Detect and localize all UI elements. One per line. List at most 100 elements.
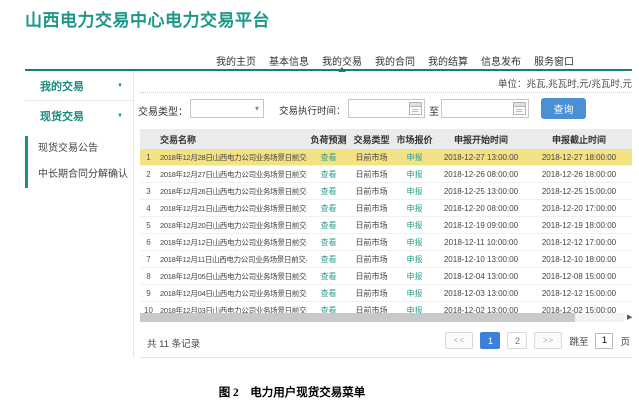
sidebar-item-contract-decomposition[interactable]: 中长期合同分解确认 bbox=[28, 162, 133, 188]
row-index: 1 bbox=[140, 153, 157, 162]
declare-link[interactable]: 申报 bbox=[393, 220, 436, 231]
declare-link[interactable]: 申报 bbox=[393, 237, 436, 248]
table-header-row: 交易名称负荷预测交易类型市场报价申报开始时间申报截止时间 bbox=[140, 129, 632, 149]
table-row[interactable]: 62018年12月12日山西电力公司业务场景日前交易查看日前市场申报2018-1… bbox=[140, 234, 632, 251]
declare-link[interactable]: 申报 bbox=[393, 271, 436, 282]
scrollbar-thumb[interactable] bbox=[140, 313, 575, 322]
table-row[interactable]: 92018年12月04日山西电力公司业务场景日前交易查看日前市场申报2018-1… bbox=[140, 285, 632, 302]
market-type: 日前市场 bbox=[350, 288, 393, 299]
declare-end-time: 2018-12-12 17:00:00 bbox=[526, 238, 632, 247]
view-link[interactable]: 查看 bbox=[307, 220, 350, 231]
table-row[interactable]: 22018年12月27日山西电力公司业务场景日前交易查看日前市场申报2018-1… bbox=[140, 166, 632, 183]
column-header: 交易名称 bbox=[157, 133, 307, 146]
view-link[interactable]: 查看 bbox=[307, 186, 350, 197]
declare-link[interactable]: 申报 bbox=[393, 169, 436, 180]
trade-name: 2018年12月05日山西电力公司业务场景日前交易 bbox=[157, 271, 307, 282]
trade-name: 2018年12月28日山西电力公司业务场景日前交易 bbox=[157, 152, 307, 163]
trade-name: 2018年12月27日山西电力公司业务场景日前交易 bbox=[157, 169, 307, 180]
declare-link[interactable]: 申报 bbox=[393, 152, 436, 163]
sidebar: 我的交易 ▼ 现货交易 ▼ 现货交易公告 中长期合同分解确认 bbox=[25, 71, 134, 358]
calendar-icon bbox=[513, 102, 526, 115]
row-index: 7 bbox=[140, 255, 157, 264]
chevron-down-icon: ▾ bbox=[255, 104, 259, 113]
table-row[interactable]: 82018年12月05日山西电力公司业务场景日前交易查看日前市场申报2018-1… bbox=[140, 268, 632, 285]
declare-start-time: 2018-12-27 13:00:00 bbox=[436, 153, 526, 162]
column-header: 负荷预测 bbox=[307, 133, 350, 146]
table-row[interactable]: 52018年12月20日山西电力公司业务场景日前交易查看日前市场申报2018-1… bbox=[140, 217, 632, 234]
row-index: 3 bbox=[140, 187, 157, 196]
search-button[interactable]: 查询 bbox=[541, 98, 586, 119]
trade-name: 2018年12月21日山西电力公司业务场景日前交易 bbox=[157, 203, 307, 214]
market-type: 日前市场 bbox=[350, 203, 393, 214]
column-header: 市场报价 bbox=[393, 133, 436, 146]
sidebar-group-my-trading[interactable]: 我的交易 ▼ bbox=[25, 71, 133, 100]
sidebar-item-spot-announcement[interactable]: 现货交易公告 bbox=[28, 136, 133, 162]
declare-end-time: 2018-12-12 15:00:00 bbox=[526, 289, 632, 298]
view-link[interactable]: 查看 bbox=[307, 169, 350, 180]
declare-start-time: 2018-12-20 08:00:00 bbox=[436, 204, 526, 213]
chevron-down-icon: ▼ bbox=[117, 113, 123, 119]
declare-start-time: 2018-12-11 10:00:00 bbox=[436, 238, 526, 247]
sidebar-group-spot-trading[interactable]: 现货交易 ▼ bbox=[25, 101, 133, 130]
declare-end-time: 2018-12-20 17:00:00 bbox=[526, 204, 632, 213]
page-button[interactable]: 2 bbox=[507, 332, 527, 349]
exec-time-label: 交易执行时间： bbox=[279, 103, 346, 117]
horizontal-scrollbar[interactable] bbox=[140, 313, 624, 322]
declare-link[interactable]: 申报 bbox=[393, 203, 436, 214]
figure-caption: 图 2 电力用户现货交易菜单 bbox=[0, 384, 584, 400]
column-header: 申报开始时间 bbox=[436, 133, 526, 146]
exec-time-from-input[interactable] bbox=[348, 99, 425, 118]
view-link[interactable]: 查看 bbox=[307, 237, 350, 248]
next-page-button[interactable]: >> bbox=[534, 332, 562, 349]
declare-start-time: 2018-12-10 13:00:00 bbox=[436, 255, 526, 264]
declare-link[interactable]: 申报 bbox=[393, 186, 436, 197]
divider bbox=[140, 92, 632, 93]
trade-name: 2018年12月11日山西电力公司业务场景日前交易 bbox=[157, 254, 307, 265]
exec-time-to-input[interactable] bbox=[441, 99, 529, 118]
view-link[interactable]: 查看 bbox=[307, 203, 350, 214]
trade-type-select[interactable]: ▾ bbox=[190, 99, 264, 118]
prev-page-button[interactable]: << bbox=[445, 332, 473, 349]
row-index: 5 bbox=[140, 221, 157, 230]
table-row[interactable]: 32018年12月26日山西电力公司业务场景日前交易查看日前市场申报2018-1… bbox=[140, 183, 632, 200]
trade-table: 交易名称负荷预测交易类型市场报价申报开始时间申报截止时间 12018年12月28… bbox=[140, 129, 632, 319]
trade-name: 2018年12月26日山西电力公司业务场景日前交易 bbox=[157, 186, 307, 197]
row-index: 4 bbox=[140, 204, 157, 213]
declare-start-time: 2018-12-25 13:00:00 bbox=[436, 187, 526, 196]
table-row[interactable]: 12018年12月28日山西电力公司业务场景日前交易查看日前市场申报2018-1… bbox=[140, 149, 632, 166]
column-header: 交易类型 bbox=[350, 133, 393, 146]
table-row[interactable]: 42018年12月21日山西电力公司业务场景日前交易查看日前市场申报2018-1… bbox=[140, 200, 632, 217]
pagination: << 12 >> 跳至 页 bbox=[445, 332, 630, 349]
declare-link[interactable]: 申报 bbox=[393, 288, 436, 299]
declare-start-time: 2018-12-03 13:00:00 bbox=[436, 289, 526, 298]
calendar-icon bbox=[409, 102, 422, 115]
trade-name: 2018年12月20日山西电力公司业务场景日前交易 bbox=[157, 220, 307, 231]
page-unit-label: 页 bbox=[620, 334, 630, 348]
page-button[interactable]: 1 bbox=[480, 332, 500, 349]
declare-link[interactable]: 申报 bbox=[393, 254, 436, 265]
market-type: 日前市场 bbox=[350, 237, 393, 248]
row-index: 2 bbox=[140, 170, 157, 179]
view-link[interactable]: 查看 bbox=[307, 254, 350, 265]
market-type: 日前市场 bbox=[350, 152, 393, 163]
jump-page-input[interactable] bbox=[595, 333, 613, 349]
table-body: 12018年12月28日山西电力公司业务场景日前交易查看日前市场申报2018-1… bbox=[140, 149, 632, 319]
trade-name: 2018年12月04日山西电力公司业务场景日前交易 bbox=[157, 288, 307, 299]
table-footer: 共 11 条记录 << 12 >> 跳至 页 bbox=[140, 326, 632, 358]
table-row[interactable]: 72018年12月11日山西电力公司业务场景日前交易查看日前市场申报2018-1… bbox=[140, 251, 632, 268]
declare-end-time: 2018-12-27 18:00:00 bbox=[526, 153, 632, 162]
sidebar-group-label: 我的交易 bbox=[40, 78, 84, 94]
view-link[interactable]: 查看 bbox=[307, 288, 350, 299]
sidebar-submenu: 现货交易公告 中长期合同分解确认 bbox=[25, 136, 133, 188]
view-link[interactable]: 查看 bbox=[307, 271, 350, 282]
trade-name: 2018年12月12日山西电力公司业务场景日前交易 bbox=[157, 237, 307, 248]
pagination-pages: 12 bbox=[480, 332, 527, 349]
range-separator: 至 bbox=[429, 103, 439, 118]
scroll-right-icon[interactable]: ▶ bbox=[627, 313, 632, 322]
market-type: 日前市场 bbox=[350, 169, 393, 180]
market-type: 日前市场 bbox=[350, 186, 393, 197]
view-link[interactable]: 查看 bbox=[307, 152, 350, 163]
unit-note: 单位：兆瓦,兆瓦时,元/兆瓦时,元 bbox=[498, 76, 632, 90]
page-title: 山西电力交易中心电力交易平台 bbox=[25, 6, 270, 31]
sidebar-group-label: 现货交易 bbox=[40, 108, 84, 124]
